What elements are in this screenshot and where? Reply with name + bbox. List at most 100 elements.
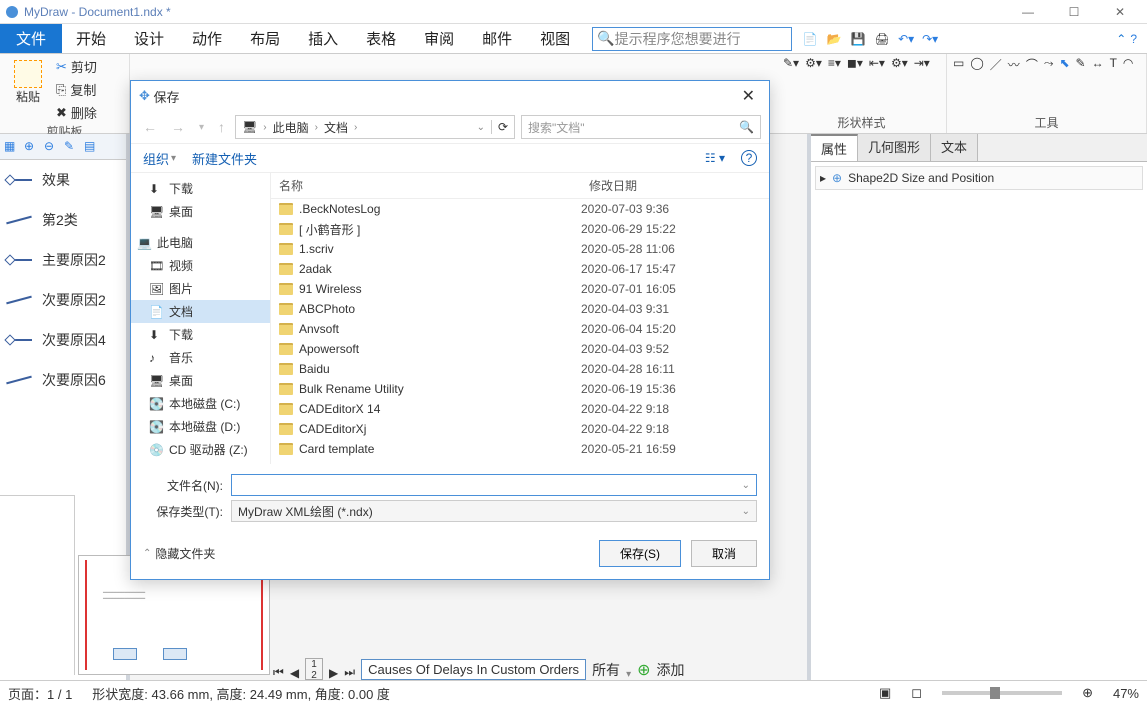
path-dropdown-icon[interactable]: ⌄: [477, 122, 485, 133]
filetype-select[interactable]: MyDraw XML绘图 (*.ndx)⌄: [231, 500, 757, 522]
menu-action[interactable]: 动作: [178, 24, 236, 53]
cancel-button[interactable]: 取消: [691, 540, 757, 567]
next-page-icon[interactable]: ▶: [329, 666, 338, 680]
file-list[interactable]: 名称 修改日期 .BeckNotesLog2020-07-03 9:36[ 小鹤…: [271, 173, 769, 464]
pan-tool-icon[interactable]: ↔: [1092, 56, 1104, 70]
file-row[interactable]: Anvsoft2020-06-04 15:20: [271, 319, 769, 339]
shape-item[interactable]: 效果: [0, 160, 126, 200]
dialog-close-button[interactable]: ✕: [736, 86, 761, 106]
file-row[interactable]: CADEditorXj2020-04-22 9:18: [271, 419, 769, 439]
tab-text[interactable]: 文本: [931, 134, 978, 161]
file-row[interactable]: 2adak2020-06-17 15:47: [271, 259, 769, 279]
paste-button[interactable]: 粘贴: [6, 56, 50, 109]
prop-size-position[interactable]: ▸ ⊕ Shape2D Size and Position: [815, 166, 1143, 190]
page-tab-active[interactable]: Causes Of Delays In Custom Orders: [361, 659, 586, 680]
file-row[interactable]: Card template2020-05-21 16:59: [271, 439, 769, 459]
tab-geometry[interactable]: 几何图形: [858, 134, 931, 161]
shapes-add-icon[interactable]: ⊕: [24, 139, 40, 155]
new-folder-button[interactable]: 新建文件夹: [192, 149, 257, 168]
shape-item[interactable]: 主要原因2: [0, 240, 126, 280]
shapes-nav-icon[interactable]: ▦: [4, 139, 20, 155]
help-icon[interactable]: ?: [1130, 32, 1137, 46]
tree-item[interactable]: 💽本地磁盘 (D:): [131, 415, 270, 438]
tree-item[interactable]: 🖼图片: [131, 277, 270, 300]
edit-tool-icon[interactable]: ✎: [1076, 56, 1086, 70]
tab-properties[interactable]: 属性: [811, 134, 858, 161]
col-date[interactable]: 修改日期: [581, 173, 721, 198]
line-tool-icon[interactable]: ／: [990, 56, 1002, 73]
menu-review[interactable]: 审阅: [410, 24, 468, 53]
menu-design[interactable]: 设计: [120, 24, 178, 53]
delete-button[interactable]: ✖删除: [54, 102, 99, 123]
save-icon[interactable]: 💾: [848, 29, 868, 49]
tree-item[interactable]: 💽本地磁盘 (C:): [131, 392, 270, 415]
undo-icon[interactable]: ↶▾: [896, 29, 916, 49]
file-row[interactable]: CADEditorX 142020-04-22 9:18: [271, 399, 769, 419]
nav-up-icon[interactable]: ↑: [214, 119, 229, 135]
copy-button[interactable]: ⎘复制: [54, 79, 99, 100]
tree-item[interactable]: 💻此电脑: [131, 231, 270, 254]
redo-icon[interactable]: ↷▾: [920, 29, 940, 49]
file-row[interactable]: .BeckNotesLog2020-07-03 9:36: [271, 199, 769, 219]
tree-item[interactable]: 💿CD 驱动器 (Z:): [131, 438, 270, 461]
shapes-edit-icon[interactable]: ✎: [64, 139, 80, 155]
dialog-search[interactable]: 搜索"文档" 🔍: [521, 115, 761, 139]
file-row[interactable]: Baidu2020-04-28 16:11: [271, 359, 769, 379]
path-breadcrumb[interactable]: 🖥 › 此电脑 › 文档 › ⌄ ⟳: [235, 115, 515, 139]
tell-me-search[interactable]: 🔍 提示程序您想要进行: [592, 27, 792, 51]
gear-icon[interactable]: ⚙▾: [805, 56, 822, 70]
pen-icon[interactable]: ✎▾: [783, 56, 799, 70]
tree-item[interactable]: 🖥桌面: [131, 200, 270, 223]
organize-button[interactable]: 组织▾: [143, 149, 176, 168]
curve-tool-icon[interactable]: 〰: [1008, 56, 1020, 73]
ellipse-tool-icon[interactable]: ◯: [970, 56, 983, 70]
page-add[interactable]: 添加: [657, 660, 685, 680]
view-options-icon[interactable]: ☷ ▾: [705, 151, 725, 165]
file-menu[interactable]: 文件: [0, 24, 62, 53]
shapes-remove-icon[interactable]: ⊖: [44, 139, 60, 155]
line-style-icon[interactable]: ≡▾: [828, 56, 841, 70]
close-button[interactable]: ✕: [1097, 0, 1143, 24]
refresh-icon[interactable]: ⟳: [491, 120, 508, 134]
collapse-ribbon-icon[interactable]: ⌃: [1116, 32, 1126, 46]
folder-tree[interactable]: ⬇下载🖥桌面💻此电脑🎞视频🖼图片📄文档⬇下载♪音乐🖥桌面💽本地磁盘 (C:)💽本…: [131, 173, 271, 464]
file-row[interactable]: 91 Wireless2020-07-01 16:05: [271, 279, 769, 299]
view-mode2-icon[interactable]: ◻: [911, 685, 922, 701]
file-row[interactable]: Bulk Rename Utility2020-06-19 15:36: [271, 379, 769, 399]
col-name[interactable]: 名称: [271, 173, 581, 198]
zoom-slider[interactable]: [942, 691, 1062, 695]
menu-layout[interactable]: 布局: [236, 24, 294, 53]
help-icon[interactable]: ?: [741, 150, 757, 166]
menu-insert[interactable]: 插入: [294, 24, 352, 53]
text-tool-icon[interactable]: T: [1110, 56, 1117, 70]
menu-mail[interactable]: 邮件: [468, 24, 526, 53]
save-button[interactable]: 保存(S): [599, 540, 681, 567]
maximize-button[interactable]: ☐: [1051, 0, 1097, 24]
gear2-icon[interactable]: ⚙▾: [891, 56, 908, 70]
first-page-icon[interactable]: ⏮: [273, 665, 284, 680]
menu-start[interactable]: 开始: [62, 24, 120, 53]
tree-item[interactable]: 📄文档: [131, 300, 270, 323]
tree-item[interactable]: 🎞视频: [131, 254, 270, 277]
open-icon[interactable]: 📂: [824, 29, 844, 49]
add-page-icon[interactable]: ⊕: [637, 660, 650, 680]
menu-view[interactable]: 视图: [526, 24, 584, 53]
pointer-tool-icon[interactable]: ⬉: [1059, 56, 1069, 70]
nav-back-icon[interactable]: ←: [139, 119, 161, 135]
file-row[interactable]: 1.scriv2020-05-28 11:06: [271, 239, 769, 259]
tree-item[interactable]: ⬇下载: [131, 323, 270, 346]
shape-item[interactable]: 次要原因2: [0, 280, 126, 320]
hide-folders-toggle[interactable]: ⌃隐藏文件夹: [143, 545, 215, 562]
file-row[interactable]: Apowersoft2020-04-03 9:52: [271, 339, 769, 359]
rect-tool-icon[interactable]: ▭: [953, 56, 964, 70]
minimize-button[interactable]: —: [1005, 0, 1051, 24]
shape-item[interactable]: 次要原因6: [0, 360, 126, 400]
new-icon[interactable]: 📄: [800, 29, 820, 49]
nav-recent-icon[interactable]: ▾: [195, 122, 208, 133]
arrow-start-icon[interactable]: ⇤▾: [869, 56, 885, 70]
arc-tool-icon[interactable]: ⌒: [1026, 56, 1038, 73]
filename-input[interactable]: ⌄: [231, 474, 757, 496]
print-icon[interactable]: 🖨: [872, 29, 892, 49]
zoom-fit-icon[interactable]: ⊕: [1082, 685, 1093, 701]
file-row[interactable]: [ 小鹤音形 ]2020-06-29 15:22: [271, 219, 769, 239]
